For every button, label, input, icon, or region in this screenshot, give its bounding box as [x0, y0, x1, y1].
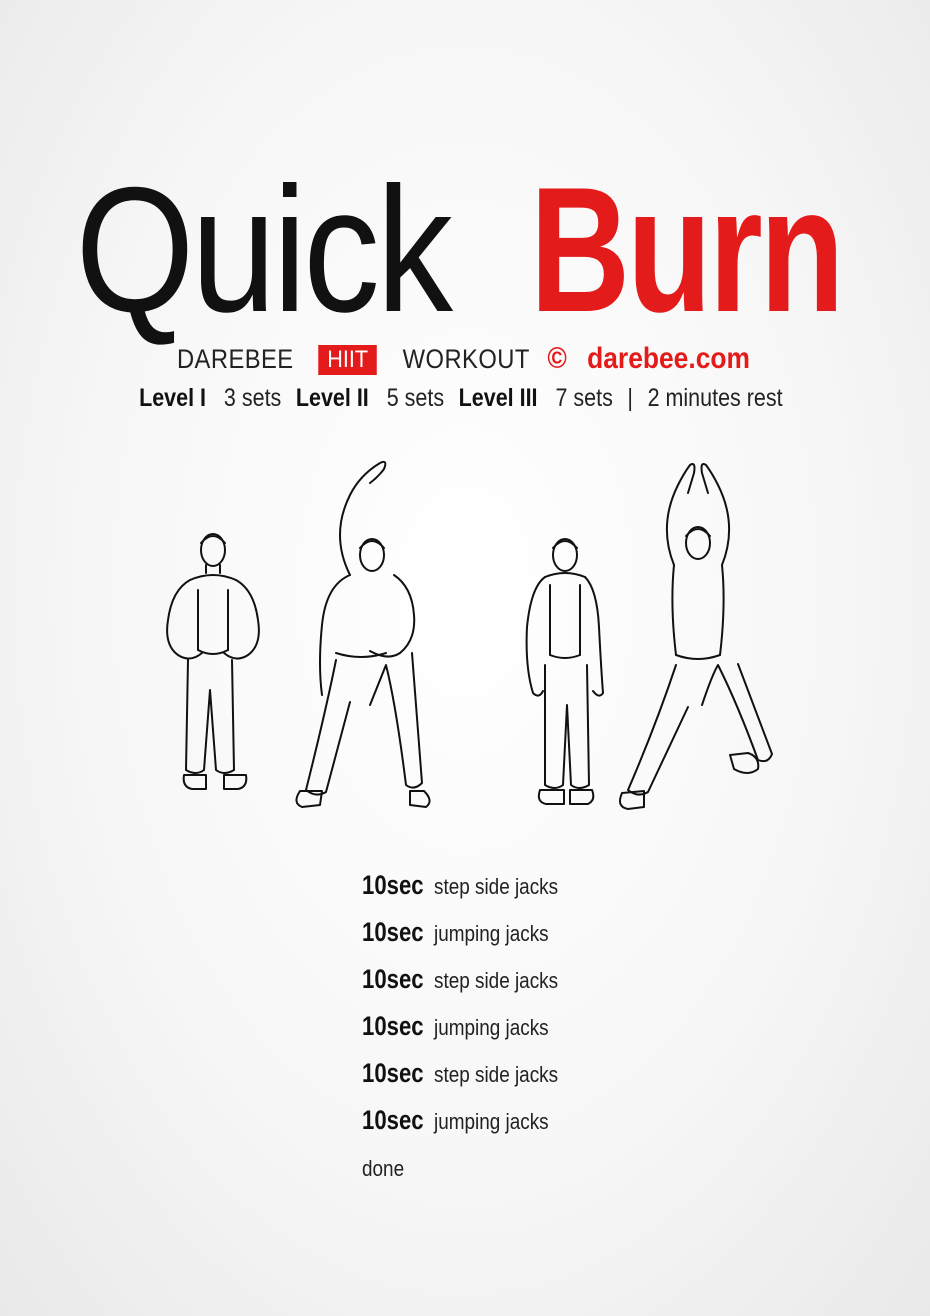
- rest-text: 2 minutes rest: [647, 384, 783, 412]
- level-2-value: 5 sets: [386, 384, 444, 412]
- exercise-duration: 10sec: [362, 1058, 424, 1088]
- exercise-name: step side jacks: [434, 874, 559, 899]
- exercise-duration: 10sec: [362, 1011, 424, 1041]
- exercise-duration: 10sec: [362, 1105, 424, 1135]
- copyright-symbol: ©: [547, 342, 567, 375]
- done-label: done: [362, 1156, 405, 1181]
- title-burn: Burn: [529, 150, 845, 349]
- site-link[interactable]: darebee.com: [587, 342, 750, 376]
- level-3-value: 7 sets: [555, 384, 613, 412]
- page-title: Quick Burn: [0, 160, 930, 340]
- exercise-name: step side jacks: [434, 968, 559, 993]
- exercise-duration: 10sec: [362, 964, 424, 994]
- rest-separator: |: [627, 384, 633, 412]
- exercise-illustrations: [140, 455, 780, 835]
- brand-line: DAREBEE HIIT WORKOUT © darebee.com: [0, 342, 930, 376]
- list-item: 10sec jumping jacks: [362, 1006, 782, 1053]
- hiit-badge: HIIT: [318, 345, 378, 375]
- exercise-duration: 10sec: [362, 917, 424, 947]
- exercise-name: jumping jacks: [434, 1109, 549, 1134]
- list-item: 10sec jumping jacks: [362, 912, 782, 959]
- exercise-name: step side jacks: [434, 1062, 559, 1087]
- level-2-label: Level II: [295, 384, 369, 412]
- exercise-name: jumping jacks: [434, 921, 549, 946]
- level-3-label: Level III: [458, 384, 538, 412]
- exercise-name: jumping jacks: [434, 1015, 549, 1040]
- brand-name: DAREBEE: [177, 344, 294, 374]
- exercise-list: 10sec step side jacks 10sec jumping jack…: [362, 865, 782, 1189]
- title-quick: Quick: [75, 150, 454, 349]
- list-item: 10sec step side jacks: [362, 1053, 782, 1100]
- figure-jumping-jacks-arms-up: [619, 463, 773, 810]
- list-item: 10sec step side jacks: [362, 865, 782, 912]
- exercise-duration: 10sec: [362, 870, 424, 900]
- figure-jumping-jacks-standing: [525, 538, 604, 805]
- figure-step-side-jacks-standing: [166, 533, 260, 790]
- level-1-label: Level I: [138, 384, 206, 412]
- list-item: 10sec step side jacks: [362, 959, 782, 1006]
- figure-step-side-jacks-reach: [295, 460, 431, 808]
- level-1-value: 3 sets: [223, 384, 282, 412]
- levels-line: Level I 3 sets Level II 5 sets Level III…: [0, 382, 930, 414]
- workout-label: WORKOUT: [402, 344, 530, 374]
- list-item: 10sec jumping jacks: [362, 1100, 782, 1147]
